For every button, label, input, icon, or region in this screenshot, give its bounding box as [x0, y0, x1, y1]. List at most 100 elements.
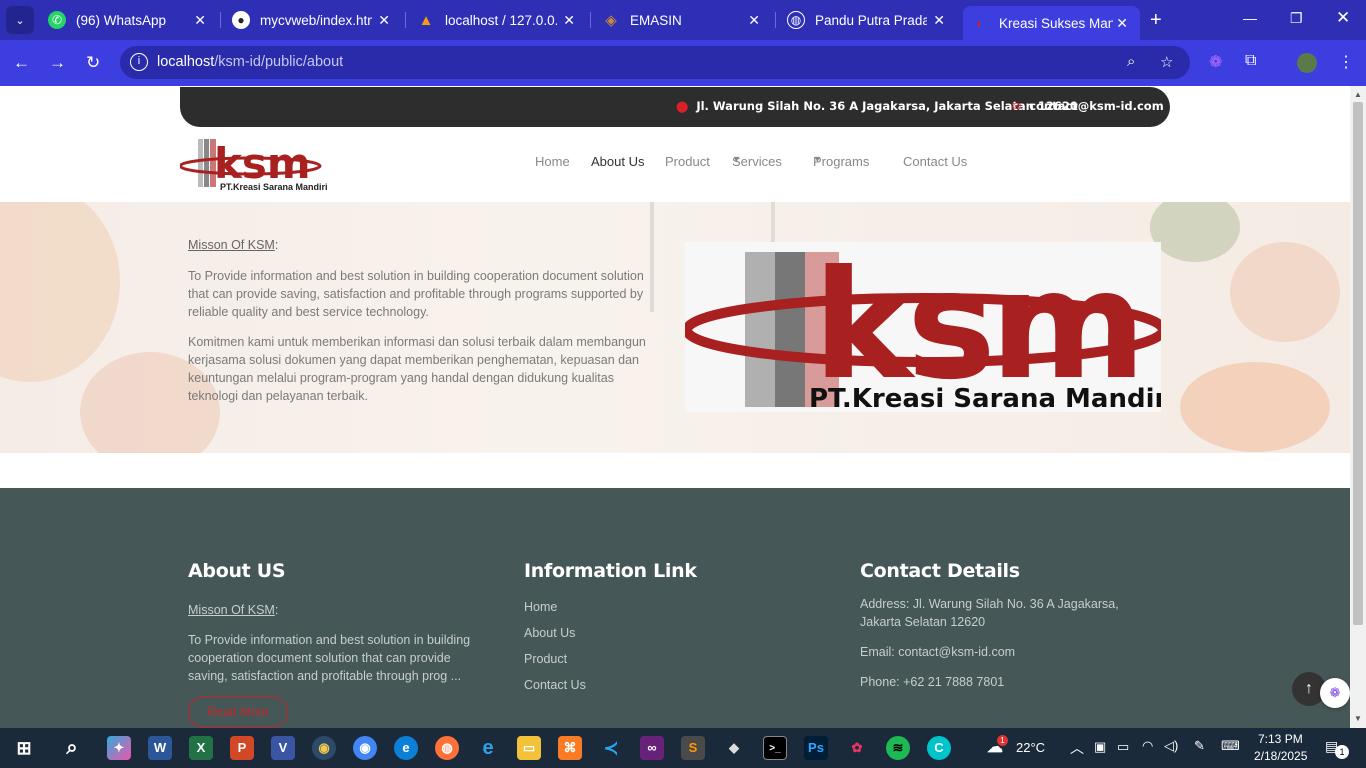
keyboard-icon[interactable]: ⌨: [1221, 738, 1240, 754]
camera-icon[interactable]: ▣: [1094, 739, 1106, 755]
reload-icon: ↻: [86, 53, 101, 72]
copilot-floating-button[interactable]: ❁: [1320, 678, 1350, 708]
edge-icon[interactable]: e: [394, 736, 418, 760]
tab-emasin[interactable]: ◈ EMASIN ✕: [602, 0, 772, 40]
plus-icon: +: [1150, 9, 1162, 31]
copilot-app-icon[interactable]: ✦: [107, 736, 131, 760]
zoom-icon[interactable]: ⌕: [1127, 53, 1135, 70]
footer-links-title: Information Link: [524, 560, 697, 582]
footer-about-text: To Provide information and best solution…: [188, 633, 471, 683]
mission-heading: Misson Of KSM:: [188, 238, 279, 252]
more-menu-icon[interactable]: ⋮: [1338, 52, 1354, 72]
whatsapp-icon: ✆: [48, 11, 66, 29]
vscode-icon[interactable]: ≺: [599, 736, 623, 760]
canva-icon[interactable]: C: [927, 736, 951, 760]
close-icon[interactable]: ✕: [748, 12, 760, 29]
chrome-profile-icon[interactable]: ◉: [312, 736, 336, 760]
pen-icon[interactable]: ✎: [1194, 738, 1205, 754]
back-button[interactable]: ←: [13, 53, 30, 73]
scroll-down-icon[interactable]: ▼: [1354, 714, 1362, 723]
tab-whatsapp[interactable]: ✆ (96) WhatsApp ✕: [48, 0, 218, 40]
windows-start-icon[interactable]: ⊞: [12, 736, 36, 760]
sublime-icon[interactable]: S: [681, 736, 705, 760]
close-icon[interactable]: ✕: [933, 12, 945, 29]
close-icon[interactable]: ✕: [1116, 15, 1128, 32]
footer-address: Address: Jl. Warung Silah No. 36 A Jagak…: [860, 597, 1119, 629]
arrow-left-icon: ←: [13, 53, 30, 72]
clock-date[interactable]: 2/18/2025: [1254, 749, 1307, 763]
tab-pandu[interactable]: ◍ Pandu Putra Pradana ✕: [787, 0, 957, 40]
spotify-icon[interactable]: ≋: [886, 736, 910, 760]
footer: About US Misson Of KSM: To Provide infor…: [0, 488, 1350, 728]
terminal-icon[interactable]: >_: [763, 736, 787, 760]
weather-temp[interactable]: 22°C: [1016, 740, 1045, 755]
word-icon[interactable]: W: [148, 736, 172, 760]
logo-subtitle: PT.Kreasi Sarana Mandiri: [220, 182, 328, 192]
git-icon[interactable]: ◆: [722, 736, 746, 760]
mission-text-en: To Provide information and best solution…: [188, 269, 644, 319]
visual-studio-icon[interactable]: ∞: [640, 736, 664, 760]
ksm-icon: ◐: [976, 15, 984, 31]
footer-link-home[interactable]: Home: [524, 600, 557, 614]
nav-home[interactable]: Home: [535, 154, 570, 169]
nav-about-active[interactable]: About Us: [591, 154, 644, 169]
reload-button[interactable]: ↻: [86, 53, 100, 73]
chevron-down-icon: ▼: [813, 154, 822, 164]
tab-ksm-active[interactable]: ◐ Kreasi Sukses Mandiri ✕: [963, 6, 1140, 40]
excel-icon[interactable]: X: [189, 736, 213, 760]
site-info-icon[interactable]: i: [130, 53, 148, 71]
footer-link-contact[interactable]: Contact Us: [524, 678, 586, 692]
copilot-icon: ❁: [1329, 685, 1341, 700]
scroll-up-icon[interactable]: ▲: [1354, 90, 1362, 99]
read-more-button[interactable]: Read More: [188, 696, 288, 728]
close-icon[interactable]: ✕: [194, 12, 206, 29]
close-icon[interactable]: ✕: [563, 12, 575, 29]
background-vegetable: [1230, 242, 1340, 342]
wifi-icon[interactable]: ◠: [1142, 738, 1153, 754]
tab-phpmyadmin[interactable]: ▲ localhost / 127.0.0.1 / ✕: [417, 0, 587, 40]
battery-icon[interactable]: ▭: [1117, 739, 1129, 755]
paint-icon[interactable]: ✿: [845, 736, 869, 760]
close-icon[interactable]: ✕: [378, 12, 390, 29]
footer-link-product[interactable]: Product: [524, 652, 567, 666]
bookmark-star-icon[interactable]: ☆: [1160, 53, 1173, 71]
file-explorer-icon[interactable]: ▭: [517, 736, 541, 760]
nav-contact[interactable]: Contact Us: [903, 154, 967, 169]
scroll-thumb[interactable]: [1353, 102, 1363, 625]
powerpoint-icon[interactable]: P: [230, 736, 254, 760]
chevron-up-icon[interactable]: ︿: [1070, 738, 1084, 758]
volume-icon[interactable]: ◁): [1164, 738, 1178, 754]
extensions-icon[interactable]: ⧉: [1245, 52, 1256, 70]
profile-avatar[interactable]: [1297, 53, 1317, 73]
tab-search-button[interactable]: ⌄: [6, 6, 34, 34]
github-icon: ●: [232, 11, 250, 29]
forward-button[interactable]: →: [49, 53, 66, 73]
close-window-button[interactable]: ✕: [1336, 8, 1350, 28]
top-email[interactable]: contact@ksm-id.com: [1029, 99, 1163, 113]
visio-icon[interactable]: V: [271, 736, 295, 760]
tab-github[interactable]: ● mycvweb/index.html ✕: [232, 0, 402, 40]
page-scrollbar[interactable]: ▲ ▼: [1350, 86, 1366, 728]
copilot-icon[interactable]: ❁: [1209, 52, 1222, 72]
firefox-icon[interactable]: ◍: [435, 736, 459, 760]
hero-logo-subtitle: PT.Kreasi Sarana Mandiri: [809, 384, 1161, 412]
photoshop-icon[interactable]: Ps: [804, 736, 828, 760]
nav-product[interactable]: Product: [665, 154, 710, 169]
site-logo[interactable]: ksm PT.Kreasi Sarana Mandiri: [178, 136, 330, 192]
mission-text-id: Komitmen kami untuk memberikan informasi…: [188, 335, 646, 403]
restore-button[interactable]: ❐: [1290, 10, 1303, 27]
footer-contact-title: Contact Details: [860, 560, 1020, 582]
background-vegetable: [0, 202, 120, 382]
browser-tab-bar: ⌄ ✆ (96) WhatsApp ✕ ● mycvweb/index.html…: [0, 0, 1366, 40]
footer-link-about[interactable]: About Us: [524, 626, 575, 640]
logo-wordmark: ksm: [214, 139, 311, 188]
new-tab-button[interactable]: +: [1150, 9, 1162, 32]
internet-explorer-icon[interactable]: e: [476, 736, 500, 760]
search-icon[interactable]: ⌕: [60, 736, 84, 760]
footer-email: Email: contact@ksm-id.com: [860, 645, 1016, 659]
minimize-button[interactable]: —: [1243, 10, 1257, 26]
clock-time[interactable]: 7:13 PM: [1258, 732, 1303, 746]
xampp-icon[interactable]: ⌘: [558, 736, 582, 760]
url-input[interactable]: i localhost/ksm-id/public/about ⌕ ☆: [120, 46, 1190, 79]
chrome-icon[interactable]: ◉: [353, 736, 377, 760]
